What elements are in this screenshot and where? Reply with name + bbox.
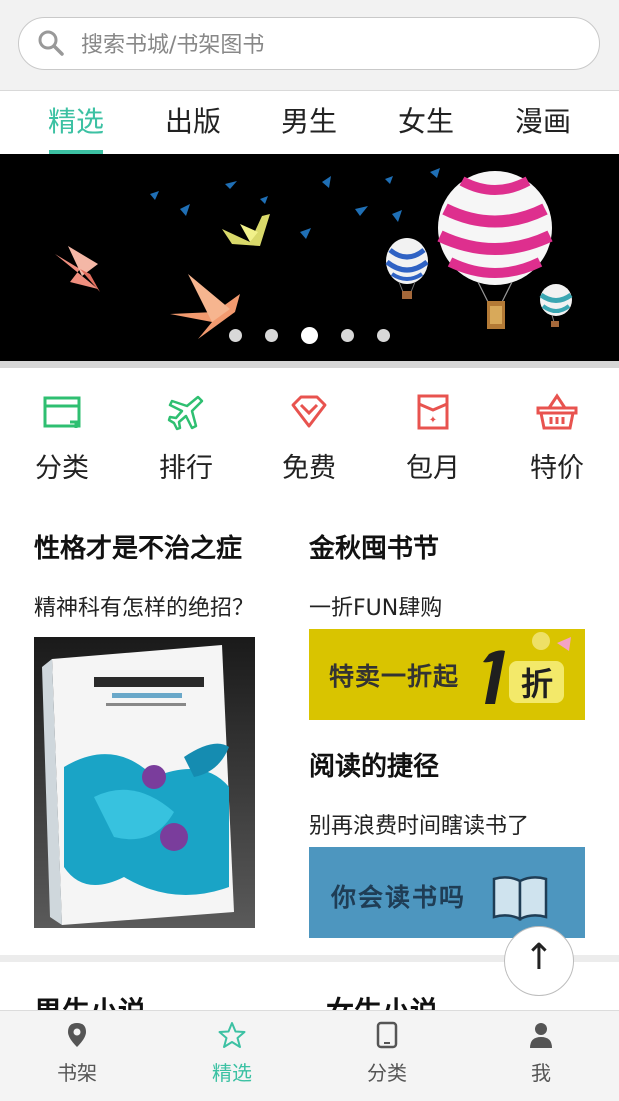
shortcut-category[interactable]: 分类 <box>7 392 117 485</box>
open-book-icon <box>492 876 548 922</box>
basket-icon <box>536 393 578 430</box>
feature-subtitle: 一折FUN肆购 <box>309 596 443 621</box>
nav-me[interactable]: 我 <box>486 1021 596 1086</box>
tab-label: 出版 <box>164 105 221 138</box>
carousel-dot[interactable] <box>264 329 278 342</box>
carousel-dot[interactable] <box>228 329 242 342</box>
shortcut-discount[interactable]: 特价 <box>502 392 612 485</box>
location-pin-icon <box>68 1023 86 1047</box>
shortcut-free[interactable]: 免费 <box>254 392 364 485</box>
feature-subtitle: 别再浪费时间瞎读书了 <box>309 814 530 839</box>
svg-text:折: 折 <box>521 665 553 703</box>
back-to-top-button[interactable]: ↑ <box>504 926 574 996</box>
feature-title[interactable]: 金秋囤书节 <box>309 528 439 565</box>
feature-title[interactable]: 性格才是不治之症 <box>34 528 242 565</box>
bottom-navigation: 书架 精选 分类 我 <box>0 1010 619 1101</box>
nav-category[interactable]: 分类 <box>332 1021 442 1086</box>
calendar-icon: ✦ <box>417 394 449 430</box>
nav-label: 分类 <box>367 1061 407 1085</box>
banner-carousel[interactable] <box>0 154 619 361</box>
tab-label: 男生 <box>280 105 337 138</box>
search-icon <box>38 30 64 56</box>
category-shortcuts: 分类 排行 免费 ✦ 包月 特价 <box>0 392 619 492</box>
shortcut-label: 包月 <box>406 453 460 484</box>
tab-comics[interactable]: 漫画 <box>488 91 598 154</box>
nav-bookshelf[interactable]: 书架 <box>22 1021 132 1086</box>
shortcut-ranking[interactable]: 排行 <box>131 392 241 485</box>
shortcut-monthly[interactable]: ✦ 包月 <box>378 392 488 485</box>
tablet-icon <box>376 1021 398 1049</box>
promo-art: 折 <box>483 632 571 704</box>
shortcut-label: 排行 <box>159 453 213 484</box>
search-box[interactable] <box>18 17 600 70</box>
promo-banner-discount[interactable]: 特卖一折起 折 <box>309 629 585 720</box>
nav-label: 书架 <box>57 1061 97 1085</box>
section-divider <box>0 361 619 368</box>
book-cover-image[interactable] <box>34 637 255 928</box>
shortcut-label: 特价 <box>530 453 584 484</box>
tab-label: 精选 <box>47 105 104 138</box>
nav-label: 精选 <box>212 1061 252 1085</box>
user-icon <box>530 1023 552 1048</box>
diamond-icon <box>291 395 327 428</box>
carousel-dot-active[interactable] <box>301 327 318 344</box>
airplane-icon <box>167 395 204 431</box>
tab-publishing[interactable]: 出版 <box>138 91 248 154</box>
nav-label: 我 <box>531 1061 551 1085</box>
carousel-dots <box>0 325 619 344</box>
search-input[interactable] <box>79 26 583 64</box>
star-icon <box>218 1022 246 1048</box>
carousel-dot[interactable] <box>377 329 391 342</box>
crane-pink-icon <box>55 246 100 292</box>
tab-male[interactable]: 男生 <box>254 91 364 154</box>
tab-featured[interactable]: 精选 <box>21 91 131 154</box>
nav-featured[interactable]: 精选 <box>177 1021 287 1086</box>
shortcut-label: 免费 <box>282 453 336 484</box>
carousel-dot[interactable] <box>341 329 355 342</box>
promo-banner-reading[interactable]: 你会读书吗 <box>309 847 585 938</box>
book-cover-art <box>42 645 234 925</box>
tab-female[interactable]: 女生 <box>371 91 481 154</box>
feature-subtitle: 精神科有怎样的绝招？ <box>34 596 255 621</box>
promo-banner-text: 你会读书吗 <box>331 883 467 912</box>
tab-label: 女生 <box>397 105 454 138</box>
search-bar <box>0 0 619 91</box>
feature-title[interactable]: 阅读的捷径 <box>309 746 439 783</box>
folder-icon <box>43 396 81 428</box>
top-tabs: 精选 出版 男生 女生 漫画 <box>0 91 619 154</box>
shortcut-label: 分类 <box>35 453 89 484</box>
tab-label: 漫画 <box>514 105 571 138</box>
svg-text:✦: ✦ <box>429 415 437 426</box>
